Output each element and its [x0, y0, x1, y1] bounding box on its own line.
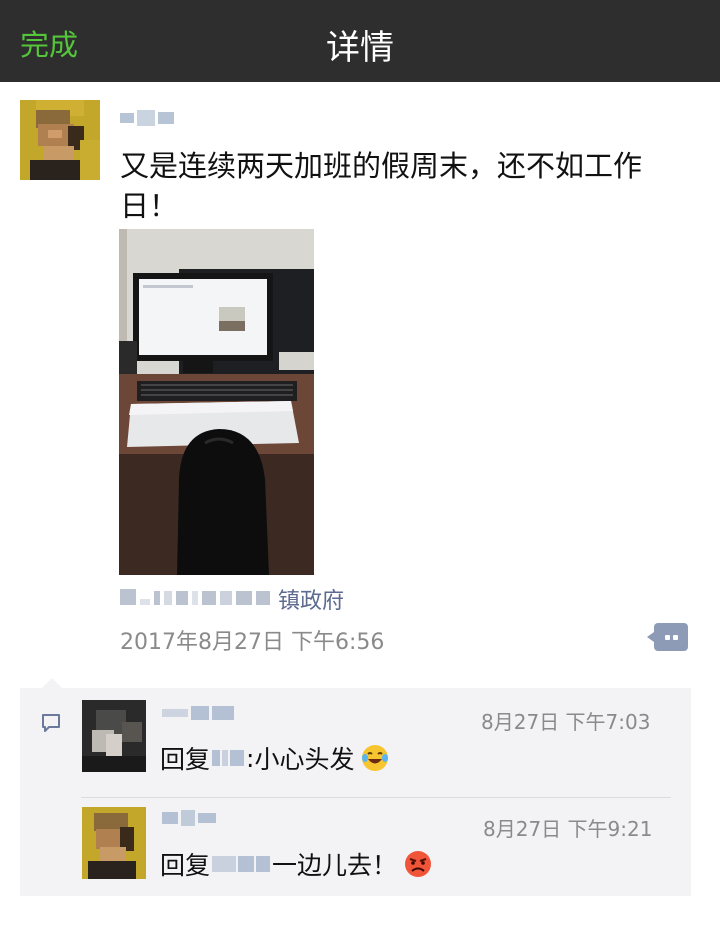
laugh-cry-emoji-icon	[362, 745, 389, 771]
comment-time: 8月27日 下午7:03	[481, 710, 651, 734]
location-obscured	[120, 589, 274, 609]
post-photo[interactable]	[119, 229, 314, 575]
nav-bar: 完成 详情	[0, 0, 720, 82]
reply-target-obscured	[212, 856, 271, 872]
author-name-obscured[interactable]	[120, 110, 174, 126]
location-label: 镇政府	[278, 589, 345, 614]
comment-text: 一边儿去！	[272, 851, 398, 880]
comment-body[interactable]: 回复 一边儿去！	[160, 846, 433, 882]
ellipsis-icon	[665, 635, 670, 640]
comment-body[interactable]: 回复 : 小心头发	[160, 740, 390, 776]
reply-target-obscured	[212, 750, 245, 766]
comment-divider	[81, 797, 671, 798]
reply-separator: :	[246, 743, 255, 773]
comment-avatar[interactable]	[82, 807, 146, 879]
more-actions-button[interactable]	[647, 623, 688, 651]
post-location[interactable]: 镇政府	[120, 585, 345, 614]
post-timestamp: 2017年8月27日 下午6:56	[120, 630, 385, 655]
page-title: 详情	[326, 28, 394, 68]
reply-prefix: 回复	[160, 745, 211, 774]
author-avatar[interactable]	[20, 100, 100, 180]
reply-prefix: 回复	[160, 851, 211, 880]
angry-face-emoji-icon	[405, 851, 432, 877]
office-desk-image	[119, 229, 314, 575]
comments-panel: 8月27日 下午7:03 回复 : 小心头发 8月27日 下午9:21 回复 一…	[20, 678, 691, 896]
ellipsis-dot	[673, 635, 678, 640]
commenter-name-obscured[interactable]	[162, 706, 234, 720]
comment-icon	[42, 714, 60, 732]
comment-time: 8月27日 下午9:21	[483, 817, 653, 841]
comment-text: 小心头发	[254, 745, 355, 774]
comment-avatar[interactable]	[82, 700, 146, 772]
commenter-name-obscured[interactable]	[162, 810, 216, 826]
post-text: 又是连续两天加班的假周末，还不如工作日！	[120, 149, 643, 223]
